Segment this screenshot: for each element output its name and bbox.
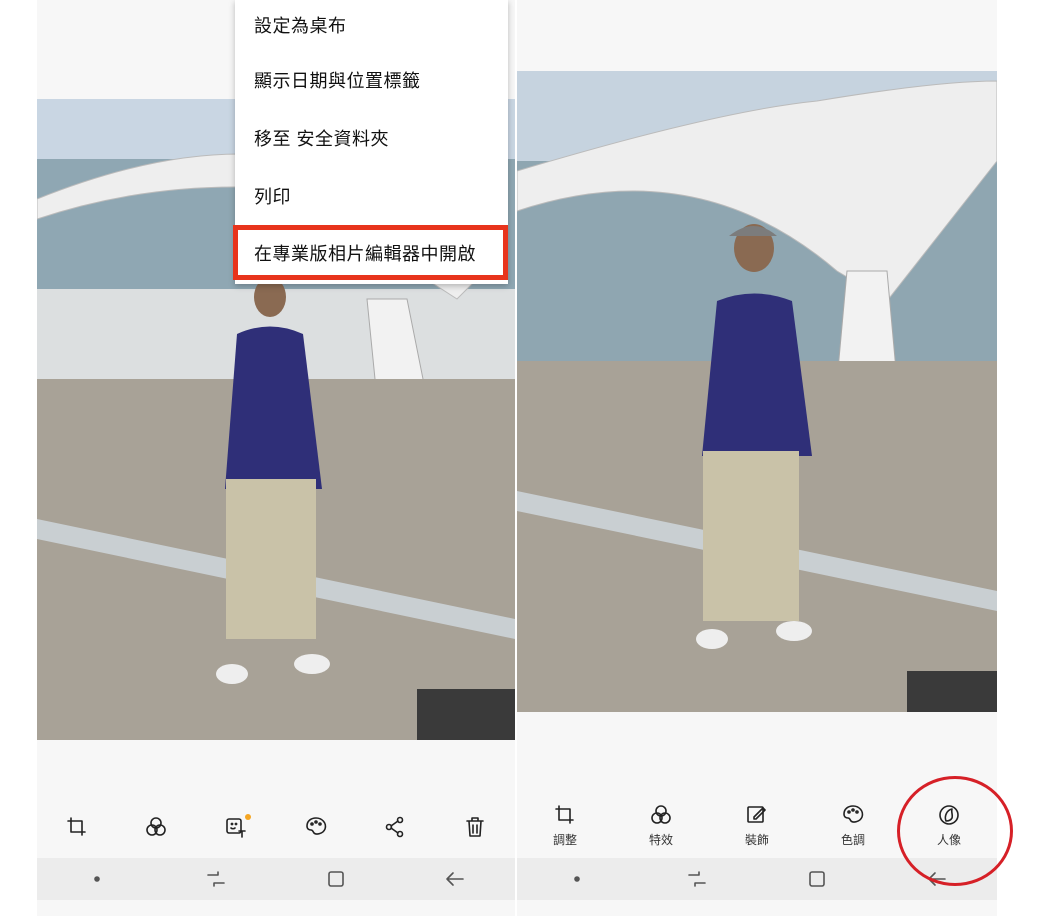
home-icon <box>809 871 825 887</box>
trash-icon <box>466 817 484 837</box>
share-icon <box>386 816 404 838</box>
photo-image <box>517 71 997 712</box>
menu-item-print[interactable]: 列印 <box>235 171 508 221</box>
crop-rotate-icon <box>67 817 86 836</box>
right-screen: 調整 特效 裝飾 色調 人像 <box>517 0 997 916</box>
home-button[interactable] <box>316 864 356 894</box>
recent-apps-icon <box>688 871 706 887</box>
menu-item-set-wallpaper[interactable]: 設定為桌布 <box>235 0 508 50</box>
notification-dot <box>245 814 252 820</box>
annotation-circle <box>897 776 1013 886</box>
color-palette-icon <box>305 817 327 835</box>
back-button[interactable] <box>435 864 475 894</box>
recent-apps-button[interactable] <box>196 864 236 894</box>
tool-adjust[interactable]: 調整 <box>553 803 577 848</box>
delete-button[interactable] <box>463 815 487 839</box>
recent-apps-icon <box>207 871 226 887</box>
tool-decorate-label: 裝飾 <box>744 832 769 847</box>
photo-preview[interactable] <box>517 71 997 712</box>
effects-button[interactable] <box>144 815 168 839</box>
share-button[interactable] <box>383 815 407 839</box>
tool-effects[interactable]: 特效 <box>649 803 673 848</box>
decorate-icon <box>747 805 766 823</box>
effects-icon <box>651 804 671 824</box>
nav-dot-button[interactable] <box>557 864 597 894</box>
home-button[interactable] <box>797 864 837 894</box>
color-palette-icon <box>843 804 864 823</box>
crop-rotate-button[interactable] <box>65 815 89 839</box>
crop-rotate-icon <box>555 804 574 824</box>
home-dot-icon <box>93 876 100 882</box>
tool-tone-label: 色調 <box>840 832 865 847</box>
sticker-text-button[interactable] <box>224 814 252 839</box>
effects-icon <box>146 817 167 836</box>
nav-dot-button[interactable] <box>77 864 117 894</box>
system-nav-bar <box>37 858 515 900</box>
tool-effects-label: 特效 <box>648 832 673 847</box>
recent-apps-button[interactable] <box>677 864 717 894</box>
highlight-box <box>233 225 508 280</box>
home-dot-icon <box>574 876 580 882</box>
tool-decorate[interactable]: 裝飾 <box>745 803 769 848</box>
tool-adjust-label: 調整 <box>552 832 577 847</box>
tool-tone[interactable]: 色調 <box>841 803 865 848</box>
back-icon <box>446 872 465 886</box>
home-icon <box>327 871 344 887</box>
menu-item-show-date-location[interactable]: 顯示日期與位置標籤 <box>235 55 508 105</box>
menu-item-move-secure-folder[interactable]: 移至 安全資料夾 <box>235 113 508 163</box>
editor-toolbar <box>37 800 515 854</box>
color-palette-button[interactable] <box>304 815 328 839</box>
